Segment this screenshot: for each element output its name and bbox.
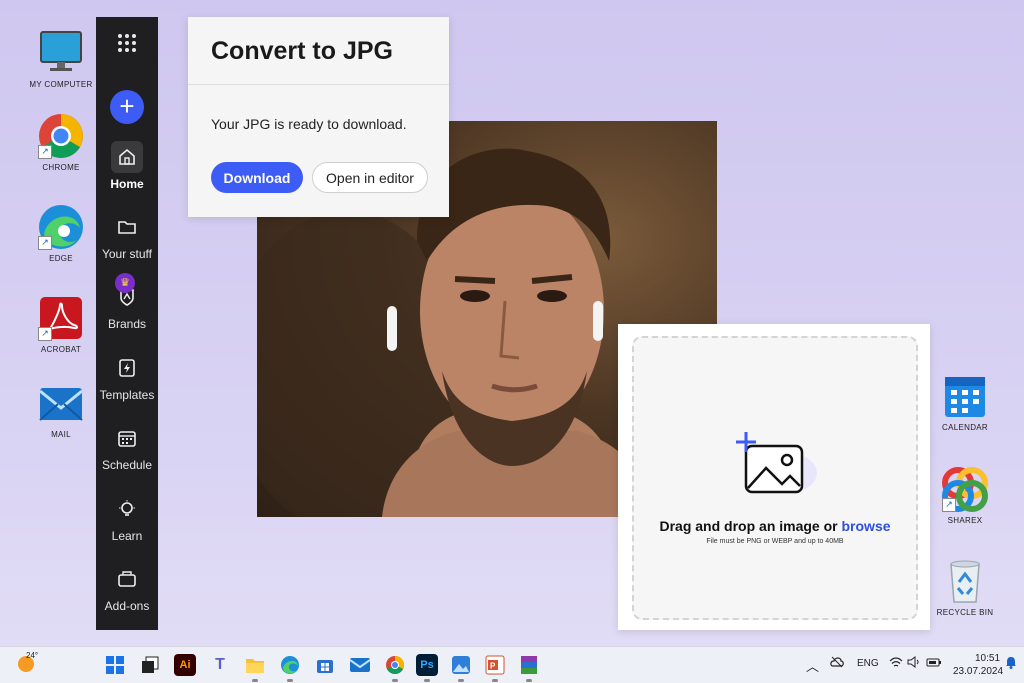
winrar-icon[interactable] bbox=[518, 654, 540, 676]
desktop-icon-label: MAIL bbox=[51, 430, 71, 439]
sidebar-item-label: Your stuff bbox=[101, 247, 153, 261]
download-button[interactable]: Download bbox=[211, 162, 303, 193]
desktop-icon-mail[interactable]: MAIL bbox=[21, 380, 101, 439]
shortcut-arrow-icon: ↗ bbox=[38, 236, 52, 250]
running-indicator bbox=[424, 679, 430, 682]
desktop-icon-label: ACROBAT bbox=[40, 345, 82, 354]
shortcut-arrow-icon: ↗ bbox=[38, 145, 52, 159]
sharex-icon: ↗ bbox=[942, 466, 988, 512]
panel-title: Convert to JPG bbox=[211, 37, 393, 65]
app-sidebar: + Home Your stuff ♛ Brands Templates Sch… bbox=[96, 17, 158, 630]
upload-panel: Drag and drop an image or browse File mu… bbox=[618, 324, 930, 630]
sidebar-item-label: Learn bbox=[111, 529, 143, 543]
desktop-icon-chrome[interactable]: ↗ CHROME bbox=[21, 113, 101, 172]
lightbulb-icon bbox=[111, 493, 143, 525]
powerpoint-icon[interactable]: P bbox=[484, 654, 506, 676]
recycle-bin-icon bbox=[942, 558, 988, 604]
desktop-icon-label: EDGE bbox=[49, 254, 73, 263]
open-in-editor-button[interactable]: Open in editor bbox=[312, 162, 428, 193]
browse-link[interactable]: browse bbox=[842, 518, 891, 534]
illustrator-icon[interactable]: Ai bbox=[174, 654, 196, 676]
sidebar-item-your-stuff[interactable]: Your stuff bbox=[96, 211, 158, 261]
running-indicator bbox=[392, 679, 398, 682]
edge-icon[interactable] bbox=[279, 654, 301, 676]
language-indicator[interactable]: ENG bbox=[857, 658, 879, 669]
mail-icon[interactable] bbox=[349, 654, 371, 676]
sidebar-item-label: Brands bbox=[107, 317, 147, 331]
divider bbox=[188, 84, 449, 85]
sidebar-item-add-ons[interactable]: Add-ons bbox=[96, 563, 158, 613]
desktop-icon-my-computer[interactable]: MY COMPUTER bbox=[21, 30, 101, 89]
premium-crown-icon: ♛ bbox=[115, 273, 135, 293]
running-indicator bbox=[252, 679, 258, 682]
photos-icon[interactable] bbox=[450, 654, 472, 676]
store-icon[interactable] bbox=[314, 654, 336, 676]
add-image-icon bbox=[736, 432, 817, 494]
calendar-icon bbox=[111, 422, 143, 454]
upload-hint: File must be PNG or WEBP and up to 40MB bbox=[706, 538, 844, 545]
sidebar-item-label: Templates bbox=[99, 388, 155, 402]
edge-icon: ↗ bbox=[38, 204, 84, 250]
brand-icon: ♛ bbox=[111, 273, 143, 313]
photoshop-icon[interactable]: Ps bbox=[416, 654, 438, 676]
desktop-icon-sharex[interactable]: ↗ SHAREX bbox=[925, 466, 1005, 525]
drop-zone[interactable]: Drag and drop an image or browse File mu… bbox=[632, 336, 918, 620]
addons-icon bbox=[111, 563, 143, 595]
desktop-icon-edge[interactable]: ↗ EDGE bbox=[21, 204, 101, 263]
desktop-icon-acrobat[interactable]: ↗ ACROBAT bbox=[21, 295, 101, 354]
sidebar-item-schedule[interactable]: Schedule bbox=[96, 422, 158, 472]
template-icon bbox=[111, 352, 143, 384]
sidebar-item-label: Home bbox=[110, 177, 144, 191]
running-indicator bbox=[458, 679, 464, 682]
clock-time[interactable]: 10:51 bbox=[975, 653, 1000, 664]
desktop-icon-label: CHROME bbox=[42, 163, 80, 172]
clock-date[interactable]: 23.07.2024 bbox=[953, 666, 1003, 677]
explorer-icon[interactable] bbox=[244, 654, 266, 676]
volume-icon[interactable] bbox=[907, 656, 921, 671]
running-indicator bbox=[526, 679, 532, 682]
teams-icon[interactable]: T bbox=[209, 654, 231, 676]
start-icon[interactable] bbox=[104, 654, 126, 676]
sidebar-item-templates[interactable]: Templates bbox=[96, 352, 158, 402]
notification-bell-icon[interactable] bbox=[1005, 656, 1017, 672]
mail-icon bbox=[38, 380, 84, 426]
sidebar-item-label: Schedule bbox=[101, 458, 153, 472]
shortcut-arrow-icon: ↗ bbox=[942, 498, 956, 512]
running-indicator bbox=[492, 679, 498, 682]
calendar-icon bbox=[942, 373, 988, 419]
folder-icon bbox=[111, 211, 143, 243]
convert-to-jpg-panel: Convert to JPG Your JPG is ready to down… bbox=[188, 17, 449, 217]
home-icon bbox=[111, 141, 143, 173]
sidebar-item-label: Add-ons bbox=[104, 599, 150, 613]
desktop-icon-label: SHAREX bbox=[947, 516, 983, 525]
desktop-icon-label: RECYCLE BIN bbox=[936, 608, 994, 617]
create-new-button[interactable]: + bbox=[110, 90, 144, 124]
sidebar-item-brands[interactable]: ♛ Brands bbox=[96, 273, 158, 331]
desktop-icon-label: MY COMPUTER bbox=[29, 80, 93, 89]
desktop-icon-recycle-bin[interactable]: RECYCLE BIN bbox=[925, 558, 1005, 617]
wifi-icon[interactable] bbox=[889, 656, 903, 671]
chevron-up-icon[interactable]: ︿ bbox=[806, 656, 819, 675]
taskview-icon[interactable] bbox=[139, 654, 161, 676]
monitor-icon bbox=[38, 30, 84, 76]
chrome-icon: ↗ bbox=[38, 113, 84, 159]
chrome-icon[interactable] bbox=[384, 654, 406, 676]
desktop-icon-label: CALENDAR bbox=[942, 423, 988, 432]
running-indicator bbox=[287, 679, 293, 682]
shortcut-arrow-icon: ↗ bbox=[38, 327, 52, 341]
battery-icon[interactable] bbox=[926, 656, 942, 671]
taskbar: 24° Ai T Ps P ︿ ENG 10:51 23.07.2024 bbox=[0, 646, 1024, 683]
upload-title: Drag and drop an image or browse bbox=[634, 518, 916, 534]
cloud-off-icon[interactable] bbox=[830, 656, 844, 671]
upload-title-text: Drag and drop an image or bbox=[659, 518, 842, 534]
sidebar-item-learn[interactable]: Learn bbox=[96, 493, 158, 543]
status-message: Your JPG is ready to download. bbox=[211, 116, 407, 132]
weather-temp: 24° bbox=[26, 651, 39, 660]
acrobat-icon: ↗ bbox=[38, 295, 84, 341]
sidebar-item-home[interactable]: Home bbox=[96, 141, 158, 191]
app-grid-icon[interactable] bbox=[118, 34, 136, 52]
svg-text:P: P bbox=[490, 662, 496, 671]
desktop-icon-calendar[interactable]: CALENDAR bbox=[925, 373, 1005, 432]
